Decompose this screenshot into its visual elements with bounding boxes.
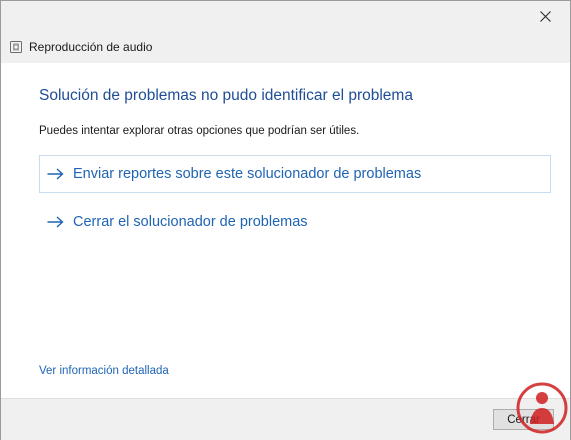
page-title: Solución de problemas no pudo identifica… — [39, 87, 413, 104]
close-icon — [539, 10, 551, 22]
send-reports-option[interactable]: Enviar reportes sobre este solucionador … — [39, 155, 551, 193]
send-reports-label: Enviar reportes sobre este solucionador … — [73, 166, 422, 182]
window-title: Reproducción de audio — [29, 40, 153, 54]
audio-troubleshooter-icon — [10, 41, 22, 53]
close-troubleshooter-label: Cerrar el solucionador de problemas — [73, 214, 308, 230]
arrow-right-icon — [47, 216, 64, 228]
main-panel: Solución de problemas no pudo identifica… — [1, 63, 570, 398]
troubleshooter-window: Reproducción de audio Solución de proble… — [0, 0, 571, 440]
window-header: Reproducción de audio — [9, 38, 152, 56]
close-button[interactable]: Cerrar — [493, 409, 554, 430]
footer-bar: Cerrar — [1, 398, 570, 440]
close-window-button[interactable] — [522, 1, 568, 31]
title-bar — [1, 1, 570, 35]
page-subtitle: Puedes intentar explorar otras opciones … — [39, 125, 360, 137]
arrow-right-icon — [47, 168, 64, 180]
view-details-link[interactable]: Ver información detallada — [39, 365, 169, 377]
close-troubleshooter-option[interactable]: Cerrar el solucionador de problemas — [39, 203, 551, 241]
